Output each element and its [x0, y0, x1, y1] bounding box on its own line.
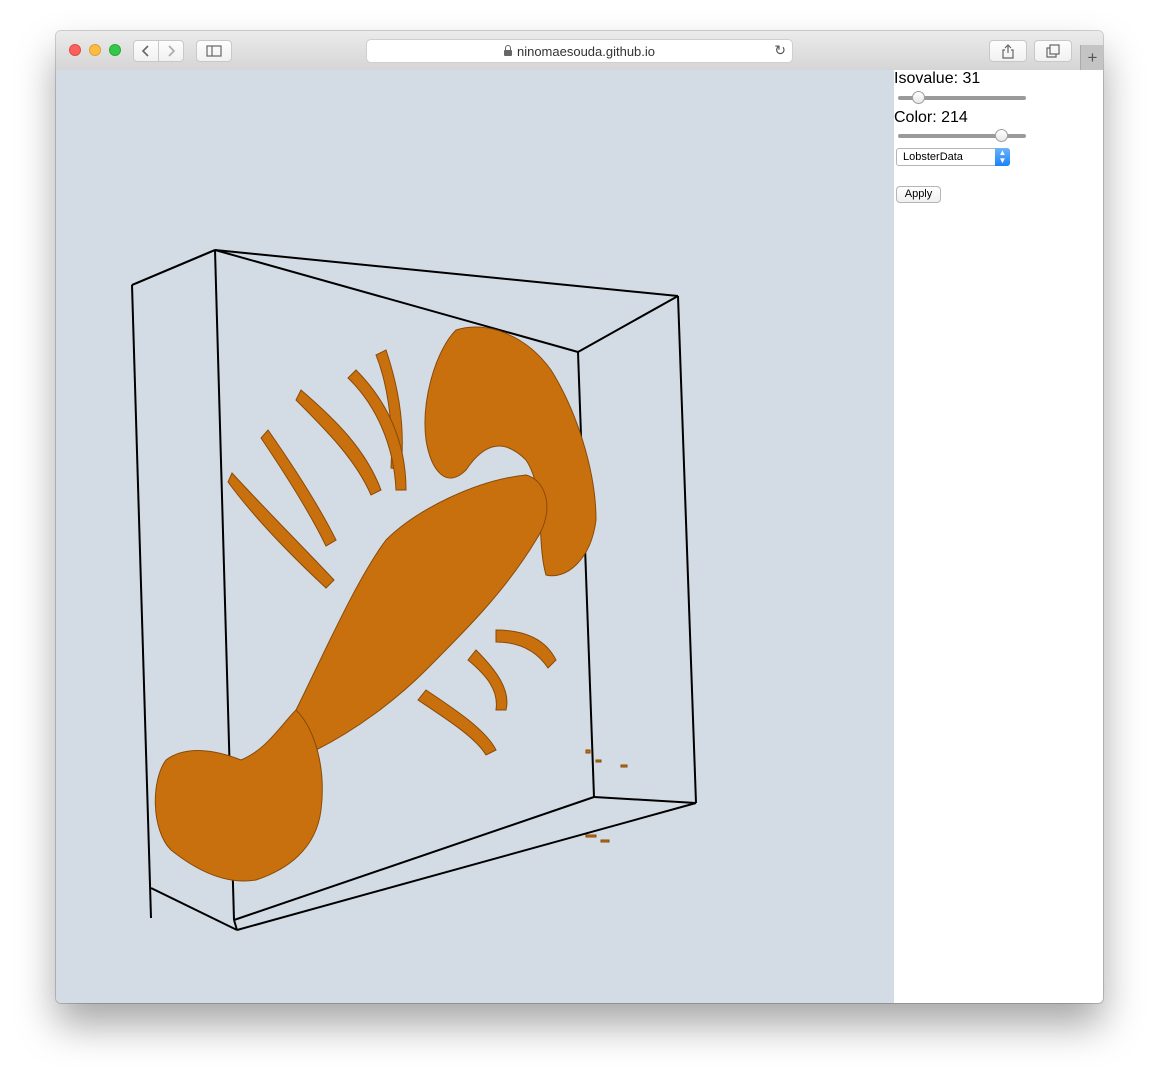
select-arrows-icon: ▲ ▼ — [995, 148, 1010, 166]
minimize-window-button[interactable] — [89, 44, 101, 56]
control-panel: Isovalue: 31 Color: 214 LobsterData ▲ ▼ A… — [894, 70, 1103, 1003]
address-bar[interactable]: ninomaesouda.github.io ↻ — [366, 39, 793, 63]
maximize-window-button[interactable] — [109, 44, 121, 56]
title-bar: ninomaesouda.github.io ↻ + — [56, 31, 1103, 71]
url-text: ninomaesouda.github.io — [516, 44, 656, 59]
chevron-left-icon — [141, 45, 149, 57]
isovalue-slider-knob[interactable] — [911, 91, 925, 104]
close-window-button[interactable] — [69, 44, 81, 56]
browser-window: ninomaesouda.github.io ↻ + Isovalue: 31 … — [56, 31, 1103, 1003]
color-slider[interactable] — [898, 129, 1026, 142]
tabs-icon — [1046, 44, 1060, 58]
sidebar-toggle-button[interactable] — [196, 40, 232, 62]
tabs-overview-button[interactable] — [1034, 40, 1072, 62]
back-button[interactable] — [133, 40, 159, 62]
share-icon — [1002, 43, 1014, 59]
lobster-mesh — [154, 326, 628, 882]
chevron-right-icon — [168, 45, 176, 57]
color-slider-knob[interactable] — [994, 129, 1008, 142]
share-button[interactable] — [989, 40, 1027, 62]
color-label: Color: 214 — [894, 109, 968, 126]
new-tab-button[interactable]: + — [1080, 45, 1103, 70]
sidebar-icon — [206, 45, 222, 57]
reload-icon[interactable]: ↻ — [774, 42, 786, 59]
dataset-select-value: LobsterData — [903, 151, 963, 163]
lock-icon — [503, 45, 512, 56]
isovalue-slider[interactable] — [898, 91, 1026, 104]
lobster-render — [131, 249, 697, 931]
isovalue-label: Isovalue: 31 — [894, 70, 981, 87]
apply-button[interactable]: Apply — [896, 186, 941, 203]
forward-button[interactable] — [158, 40, 184, 62]
3d-viewport[interactable] — [56, 70, 894, 1003]
dataset-select[interactable]: LobsterData ▲ ▼ — [896, 148, 1010, 166]
